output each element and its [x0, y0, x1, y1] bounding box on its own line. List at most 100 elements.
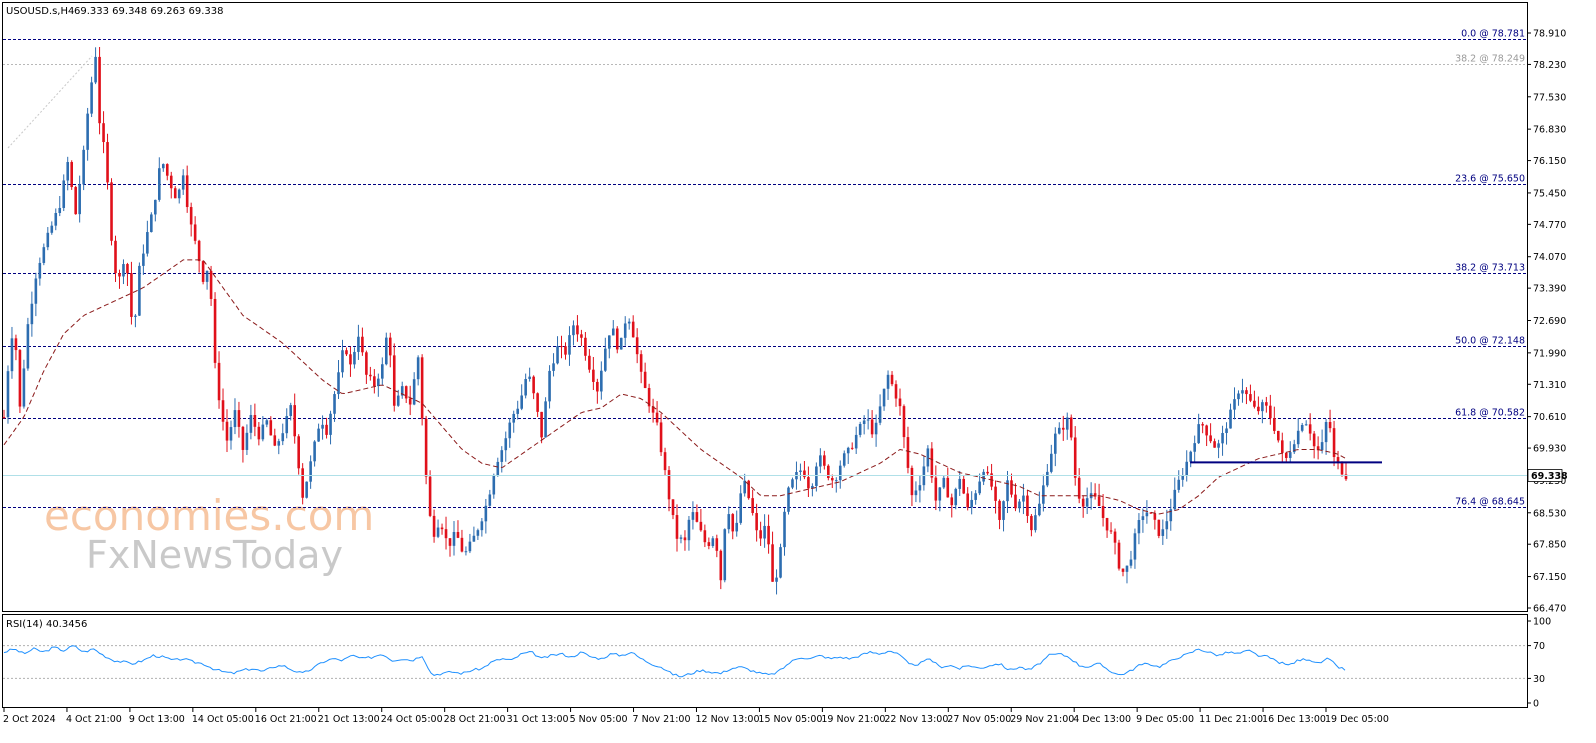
candle-body	[1201, 424, 1204, 426]
price-tick-label: 77.530	[1533, 92, 1566, 103]
candle-body	[1288, 452, 1292, 458]
candle-body	[886, 374, 890, 389]
candle-body	[122, 264, 125, 277]
candle-body	[823, 455, 826, 466]
candle-body	[468, 541, 472, 552]
candle-body	[572, 325, 575, 336]
candle-body	[185, 175, 189, 208]
time-tick-label: 4 Dec 13:00	[1073, 714, 1131, 725]
candle-body	[743, 480, 746, 494]
fib-level-label: 50.0 @ 72.148	[1455, 336, 1525, 347]
candle-body	[50, 225, 54, 233]
candle-body	[1277, 430, 1280, 441]
rsi-tick-label: 100	[1533, 617, 1551, 628]
time-tick-label: 24 Oct 05:00	[381, 714, 443, 725]
candle-body	[930, 448, 934, 478]
price-tick-label: 66.470	[1533, 604, 1566, 615]
candle-body	[982, 471, 985, 482]
candle-body	[373, 376, 376, 387]
candle-body	[950, 497, 954, 506]
candle-body	[894, 384, 898, 399]
candle-body	[102, 123, 105, 143]
trading-chart[interactable]: economies.com FxNewsToday 0.0 @ 78.78138…	[0, 0, 1596, 743]
candle-body	[623, 323, 627, 338]
fib-level-label: 23.6 @ 75.650	[1455, 174, 1525, 185]
candle-body	[1328, 422, 1332, 429]
candle-body	[926, 448, 930, 467]
candle-body	[1233, 399, 1236, 410]
candle-body	[444, 529, 448, 539]
candle-body	[619, 337, 623, 350]
price-tick-label: 78.910	[1533, 29, 1566, 40]
candle-body	[783, 511, 786, 548]
candle-body	[1026, 495, 1029, 516]
candle-body	[273, 435, 277, 446]
price-tick-label: 73.390	[1533, 284, 1566, 295]
candle-body	[974, 493, 977, 500]
candle-body	[1197, 424, 1200, 444]
candle-body	[739, 493, 743, 523]
candle-body	[1022, 495, 1025, 502]
candle-body	[476, 530, 480, 536]
time-tick-label: 11 Dec 21:00	[1199, 714, 1263, 725]
candle-body	[118, 273, 121, 277]
candle-body	[197, 240, 201, 262]
candle-body	[412, 379, 416, 405]
candle-body	[1085, 498, 1089, 507]
candle-body	[229, 427, 233, 441]
candle-body	[946, 477, 950, 498]
candle-body	[1213, 441, 1216, 448]
price-axis: 78.910 78.230 77.530 76.830 76.150 75.450 74.7…	[1527, 29, 1566, 615]
candle-body	[173, 188, 177, 199]
time-tick-label: 19 Dec 05:00	[1325, 714, 1389, 725]
time-tick-label: 15 Nov 05:00	[758, 714, 822, 725]
candle-body	[309, 461, 312, 482]
candle-body	[592, 369, 595, 382]
candle-body	[396, 395, 400, 406]
candle-body	[1304, 424, 1308, 426]
candle-body	[301, 468, 304, 498]
candle-body	[902, 406, 906, 438]
candle-body	[580, 334, 583, 338]
rsi-panel-frame	[2, 614, 1528, 708]
candle-body	[520, 395, 523, 409]
candle-body	[687, 519, 691, 541]
candle-body	[1284, 452, 1288, 458]
time-tick-label: 31 Oct 13:00	[507, 714, 569, 725]
candle-body	[1177, 479, 1181, 490]
candle-body	[966, 493, 969, 508]
candle-body	[791, 479, 794, 488]
candle-body	[169, 175, 173, 189]
candle-body	[1034, 515, 1037, 531]
rsi-tick-label: 30	[1533, 674, 1545, 685]
candle-body	[1030, 515, 1033, 531]
candle-body	[58, 207, 62, 213]
candle-body	[269, 420, 273, 436]
candle-body	[1165, 521, 1169, 530]
candle-body	[548, 370, 551, 402]
candle-body	[10, 338, 14, 372]
rsi-tick-label: 0	[1533, 699, 1539, 710]
candle-body	[456, 532, 460, 538]
time-tick-label: 16 Oct 21:00	[255, 714, 317, 725]
candle-body	[472, 535, 476, 542]
candle-body	[245, 432, 249, 450]
candle-body	[1253, 400, 1256, 407]
candle-body	[165, 164, 169, 176]
candle-body	[42, 247, 46, 263]
candle-body	[1065, 417, 1069, 430]
candle-body	[130, 273, 133, 317]
price-tick-label: 71.990	[1533, 348, 1566, 359]
candle-body	[209, 270, 213, 299]
candle-body	[1308, 424, 1312, 434]
candle-body	[954, 488, 958, 506]
time-tick-label: 9 Dec 05:00	[1136, 714, 1194, 725]
candle-body	[213, 298, 217, 363]
candle-body	[1185, 461, 1189, 476]
candle-body	[492, 475, 496, 495]
candle-body	[504, 438, 508, 451]
candle-body	[1046, 471, 1049, 486]
candle-body	[233, 410, 237, 428]
time-tick-label: 7 Nov 21:00	[633, 714, 691, 725]
candle-body	[1300, 424, 1304, 431]
